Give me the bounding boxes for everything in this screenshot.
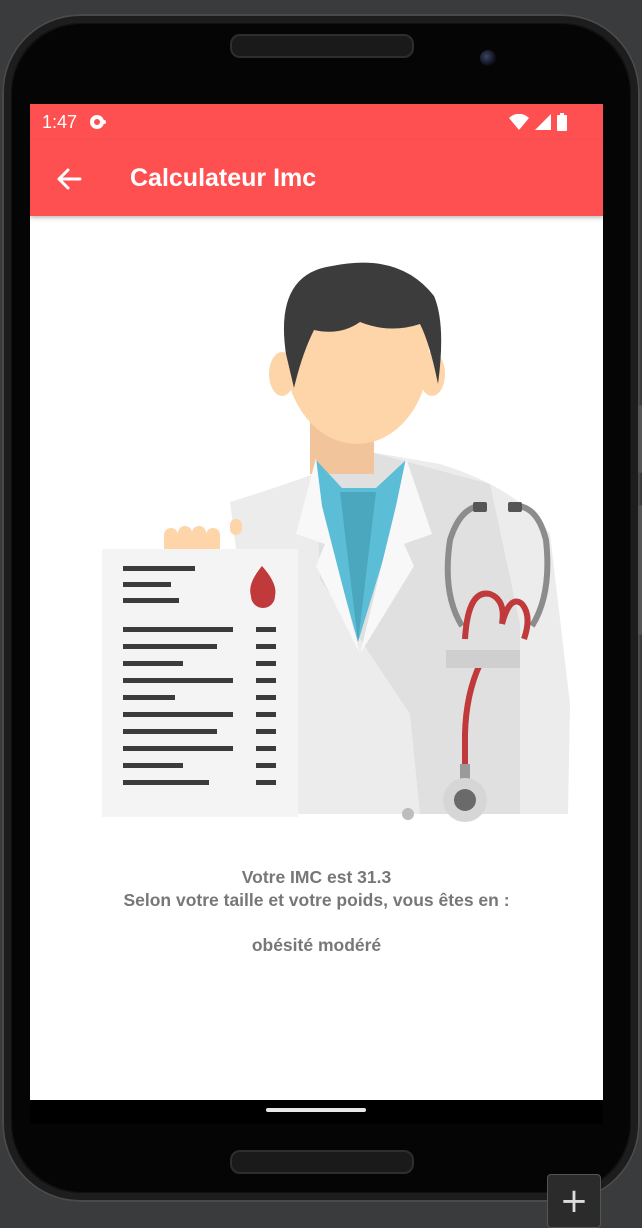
- front-camera: [480, 50, 496, 66]
- back-button[interactable]: [52, 162, 86, 196]
- page-title: Calculateur Imc: [130, 164, 317, 192]
- arrow-back-icon: [57, 168, 82, 190]
- bmi-category-text: obésité modéré: [251, 935, 382, 955]
- power-button[interactable]: [638, 505, 642, 635]
- bmi-result: Votre IMC est 31.3 Selon votre taille et…: [30, 866, 603, 957]
- app-bar: Calculateur Imc: [30, 140, 603, 216]
- earpiece-speaker: [230, 34, 414, 58]
- home-indicator[interactable]: [266, 1108, 366, 1112]
- doctor-illustration: [102, 262, 570, 822]
- status-time: 1:47: [42, 112, 78, 132]
- navigation-bar: [30, 1100, 603, 1124]
- notification-icon: [88, 113, 108, 136]
- status-bar: 1:47: [30, 104, 603, 140]
- signal-icon: [535, 114, 551, 135]
- battery-icon: [557, 113, 567, 136]
- add-button[interactable]: +: [547, 1174, 601, 1228]
- app-screen: 1:47 Calculateur Imc Votre IMC est 31.3 …: [30, 104, 603, 1100]
- bottom-speaker: [230, 1150, 414, 1174]
- volume-button[interactable]: [638, 405, 642, 473]
- coat-button: [402, 808, 414, 820]
- bmi-description-text: Selon votre taille et votre poids, vous …: [123, 890, 510, 910]
- wifi-icon: [509, 113, 529, 135]
- bmi-value-text: Votre IMC est 31.3: [241, 867, 392, 887]
